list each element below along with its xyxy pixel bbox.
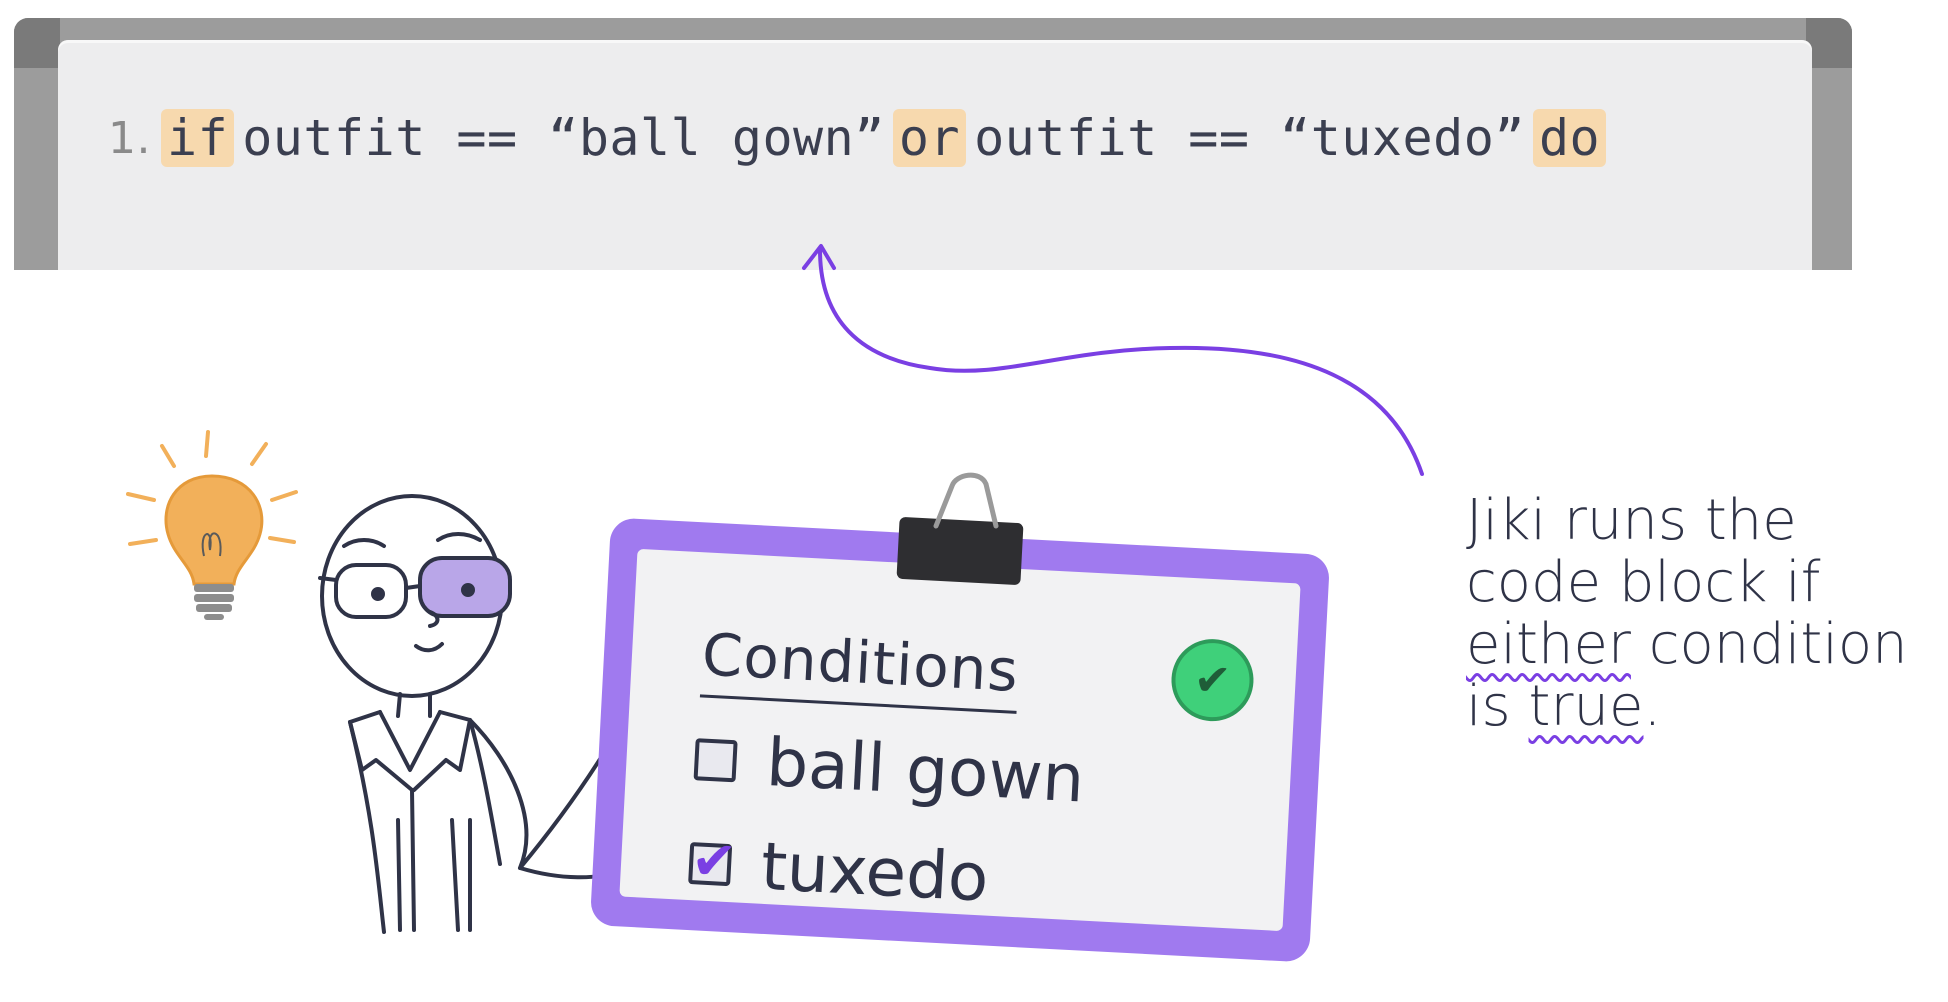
checkmark-icon: ✔ — [689, 827, 739, 893]
annotation-line-4: is true. — [1466, 676, 1936, 738]
condition-label: ball gown — [764, 723, 1087, 818]
annotation-line-2: code block if — [1466, 550, 1821, 615]
annotation-is: is — [1466, 674, 1529, 739]
clipboard-paper: Conditions ✔ ball gown ✔ tuxedo — [619, 548, 1301, 932]
annotation-true: true — [1528, 674, 1644, 739]
checkbox-unchecked — [693, 737, 738, 782]
annotation-line-3: either condition — [1466, 614, 1936, 676]
condition-item-tuxedo: ✔ tuxedo — [687, 824, 990, 917]
conditions-clipboard: Conditions ✔ ball gown ✔ tuxedo — [589, 517, 1331, 963]
clipboard-title: Conditions — [699, 620, 1021, 714]
binder-clip-icon — [896, 516, 1024, 586]
annotation-line-1: Jiki runs the — [1466, 488, 1797, 553]
checkbox-checked: ✔ — [688, 828, 738, 893]
arrow-icon — [802, 244, 1424, 476]
condition-label: tuxedo — [759, 827, 991, 917]
annotation-condition: condition — [1630, 612, 1908, 677]
annotation-period: . — [1643, 674, 1662, 739]
annotation-either: either — [1466, 612, 1631, 677]
check-circle-icon: ✔ — [1169, 637, 1256, 724]
lightbulb-icon — [126, 430, 298, 620]
annotation-text: Jiki runs the code block if either condi… — [1466, 490, 1936, 738]
condition-item-ball-gown: ball gown — [693, 720, 1087, 818]
